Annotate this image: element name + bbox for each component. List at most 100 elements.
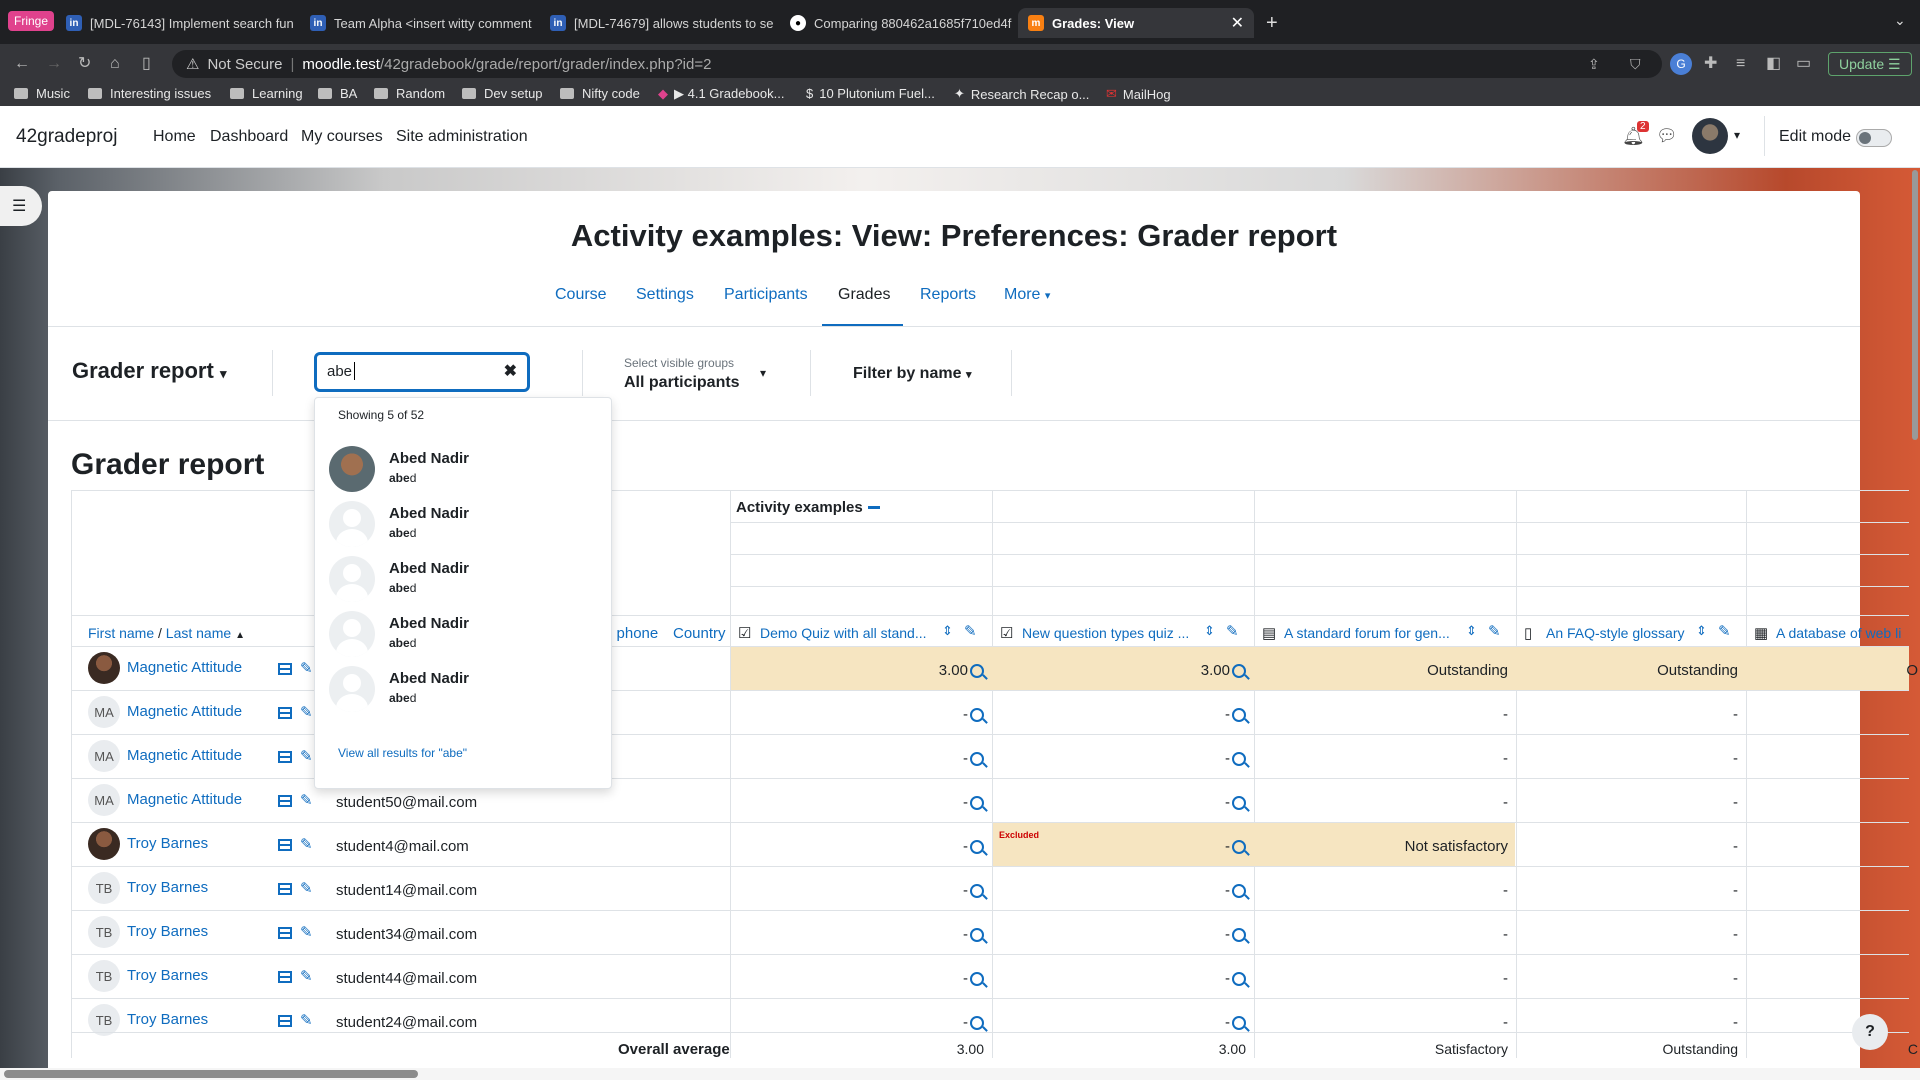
bookmark-folder[interactable]: BA	[318, 86, 357, 101]
zoom-icon[interactable]	[970, 840, 984, 854]
avatar[interactable]: MA	[88, 784, 120, 816]
profile-badge[interactable]: Fringe	[8, 11, 55, 31]
avatar[interactable]: MA	[88, 740, 120, 772]
avatar[interactable]	[88, 652, 120, 684]
grade-cell[interactable]: -	[1030, 1014, 1230, 1031]
student-name-link[interactable]: Magnetic Attitude	[127, 703, 242, 720]
zoom-icon[interactable]	[1232, 972, 1246, 986]
grade-cell[interactable]: -	[1030, 882, 1230, 899]
bookmark-link[interactable]: $10 Plutonium Fuel...	[806, 86, 935, 101]
sidebar-icon[interactable]: ◧	[1766, 54, 1781, 74]
grade-cell[interactable]: -	[768, 706, 968, 723]
home-icon[interactable]: ⌂	[110, 54, 120, 74]
grade-cell[interactable]: -	[768, 750, 968, 767]
bookmark-folder[interactable]: Interesting issues	[88, 86, 211, 101]
student-name-link[interactable]: Magnetic Attitude	[127, 659, 242, 676]
search-result-item[interactable]: Abed Nadir abed	[329, 501, 597, 551]
search-result-item[interactable]: Abed Nadir abed	[329, 611, 597, 661]
grade-cell[interactable]: -	[1538, 838, 1738, 855]
tab-reports[interactable]: Reports	[920, 286, 976, 304]
messages-icon[interactable]: 💬︎	[1656, 126, 1678, 146]
grade-cell[interactable]: -	[768, 882, 968, 899]
browser-tab[interactable]: in Team Alpha <insert witty comment	[300, 8, 536, 38]
search-result-item[interactable]: Abed Nadir abed	[329, 446, 597, 496]
zoom-icon[interactable]	[970, 708, 984, 722]
single-view-icon[interactable]	[278, 663, 292, 675]
single-view-icon[interactable]	[278, 883, 292, 895]
tab-settings[interactable]: Settings	[636, 286, 694, 304]
column-header-link[interactable]: Demo Quiz with all stand...	[760, 625, 927, 641]
horizontal-scrollbar[interactable]	[4, 1070, 418, 1078]
reload-icon[interactable]: ↻	[78, 54, 91, 74]
site-name[interactable]: 42gradeproj	[16, 126, 117, 148]
student-name-link[interactable]: Magnetic Attitude	[127, 747, 242, 764]
student-name-link[interactable]: Troy Barnes	[127, 923, 208, 940]
first-name-sort-link[interactable]: First name	[88, 625, 154, 641]
report-selector[interactable]: Grader report ▾	[72, 358, 226, 384]
pencil-icon[interactable]: ✎	[300, 923, 313, 941]
browser-tab[interactable]: in [MDL-76143] Implement search fun	[56, 8, 296, 38]
zoom-icon[interactable]	[1232, 840, 1246, 854]
bookmark-folder[interactable]: Learning	[230, 86, 303, 101]
grade-cell[interactable]: 3.00	[768, 662, 968, 679]
pencil-icon[interactable]: ✎	[1718, 622, 1731, 640]
grade-cell[interactable]: -	[1308, 794, 1508, 811]
student-name-link[interactable]: Troy Barnes	[127, 967, 208, 984]
tab-course[interactable]: Course	[555, 286, 607, 304]
grade-cell[interactable]: -	[1030, 838, 1230, 855]
user-avatar[interactable]	[1692, 118, 1728, 154]
grade-cell[interactable]: -	[1308, 706, 1508, 723]
zoom-icon[interactable]	[970, 796, 984, 810]
tab-participants[interactable]: Participants	[724, 286, 808, 304]
pencil-icon[interactable]: ✎	[300, 967, 313, 985]
grade-cell[interactable]: -	[768, 926, 968, 943]
collapse-category-icon[interactable]	[868, 506, 880, 509]
chevron-down-icon[interactable]: ▾	[1734, 128, 1740, 142]
grade-cell[interactable]: -	[1308, 926, 1508, 943]
zoom-icon[interactable]	[1232, 708, 1246, 722]
browser-tab-active[interactable]: m Grades: View ✕	[1018, 8, 1254, 38]
pencil-icon[interactable]: ✎	[300, 703, 313, 721]
avatar[interactable]	[88, 828, 120, 860]
grade-cell[interactable]: -	[1030, 750, 1230, 767]
zoom-icon[interactable]	[970, 752, 984, 766]
view-all-results-link[interactable]: View all results for "abe"	[338, 746, 467, 760]
translate-icon[interactable]: G	[1670, 53, 1692, 75]
vertical-scrollbar[interactable]	[1912, 170, 1918, 440]
brave-shield-icon[interactable]: ⛉	[1630, 54, 1641, 74]
url-bar[interactable]: ⚠ Not Secure | moodle.test/42gradebook/g…	[172, 50, 1662, 78]
help-button[interactable]: ?	[1852, 1014, 1888, 1050]
grade-cell[interactable]: Outstanding	[1538, 662, 1738, 679]
filter-by-name-button[interactable]: Filter by name ▾	[853, 365, 971, 383]
grade-cell[interactable]: -	[1030, 706, 1230, 723]
browser-tab[interactable]: in [MDL-74679] allows students to se	[540, 8, 776, 38]
avatar[interactable]: TB	[88, 916, 120, 948]
browser-tab[interactable]: ● Comparing 880462a1685f710ed4f	[780, 8, 1016, 38]
bookmark-folder[interactable]: Dev setup	[462, 86, 543, 101]
grade-cell[interactable]: -	[1308, 970, 1508, 987]
zoom-icon[interactable]	[1232, 884, 1246, 898]
grade-cell[interactable]: -	[1538, 1014, 1738, 1031]
clear-search-icon[interactable]: ✖	[504, 361, 517, 381]
student-name-link[interactable]: Troy Barnes	[127, 879, 208, 896]
sort-icon[interactable]: ⇕	[1466, 623, 1477, 639]
single-view-icon[interactable]	[278, 971, 292, 983]
pencil-icon[interactable]: ✎	[300, 659, 313, 677]
bookmark-folder[interactable]: Nifty code	[560, 86, 640, 101]
bookmark-link[interactable]: ✉ MailHog	[1106, 86, 1171, 102]
grade-cell[interactable]: Not satisfactory	[1308, 838, 1508, 855]
last-name-sort-link[interactable]: Last name	[166, 625, 231, 641]
grade-cell[interactable]: -	[1538, 794, 1738, 811]
search-result-item[interactable]: Abed Nadir abed	[329, 666, 597, 716]
bookmark-link[interactable]: ✦ Research Recap o...	[954, 86, 1089, 102]
zoom-icon[interactable]	[970, 664, 984, 678]
sort-icon[interactable]: ⇕	[942, 623, 953, 639]
bookmark-folder[interactable]: Random	[374, 86, 445, 101]
grade-cell[interactable]: O	[1718, 662, 1918, 679]
zoom-icon[interactable]	[1232, 1016, 1246, 1030]
close-tab-icon[interactable]: ✕	[1231, 13, 1244, 33]
single-view-icon[interactable]	[278, 927, 292, 939]
grade-cell[interactable]: -	[1030, 794, 1230, 811]
bookmark-icon[interactable]: ▯	[142, 54, 151, 74]
nav-site-administration[interactable]: Site administration	[396, 128, 528, 146]
